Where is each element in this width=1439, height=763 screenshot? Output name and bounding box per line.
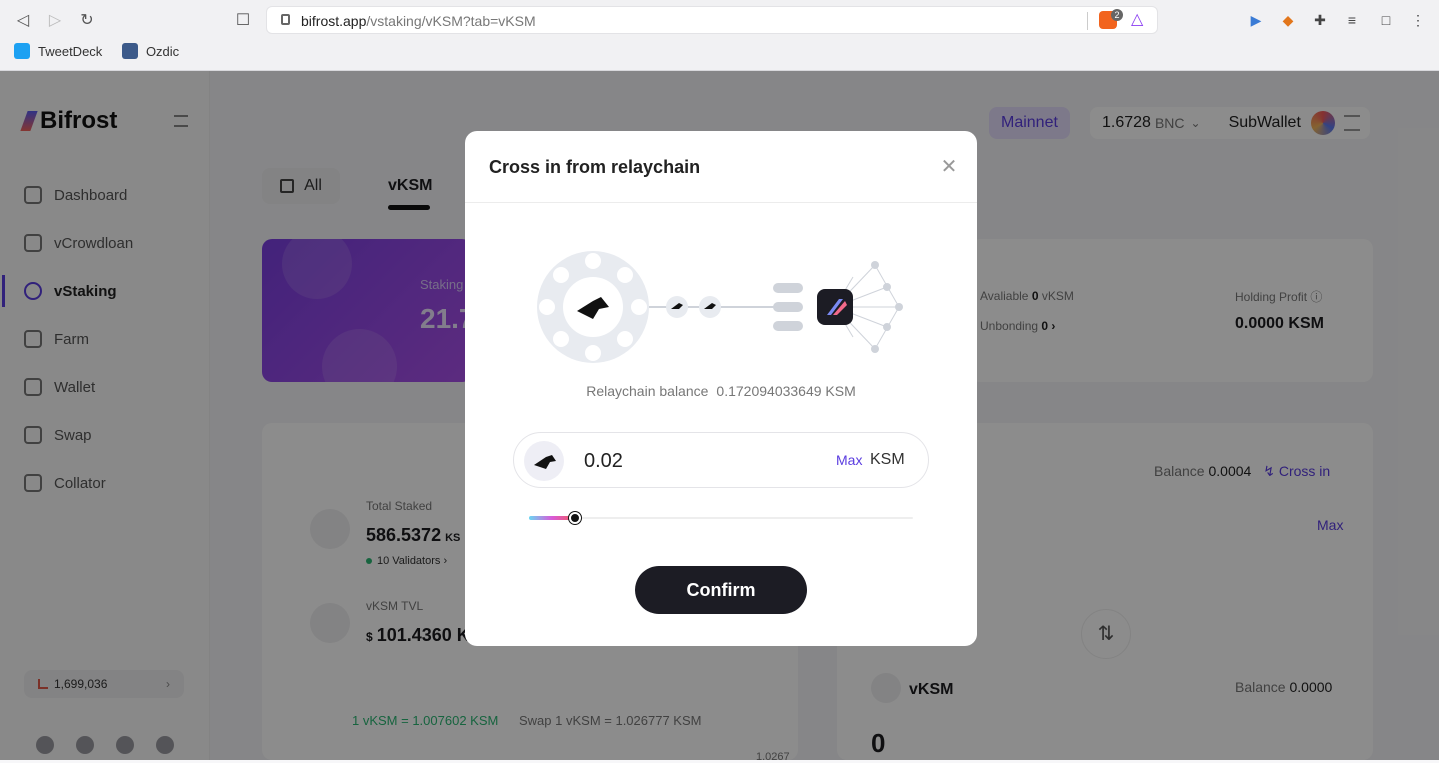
bookmark-icon[interactable]: ☐	[232, 10, 254, 32]
forward-icon[interactable]: ▷	[44, 10, 66, 32]
reload-icon[interactable]: ↻	[76, 10, 98, 32]
bookmark-label: Ozdic	[145, 43, 180, 59]
kusama-relay-icon	[537, 251, 649, 363]
ozdic-icon	[121, 43, 138, 59]
slider-track	[529, 517, 913, 519]
browser-chrome: ◁ ▷ ↻ ☐ bifrost.app/vstaking/vKSM?tab=vK…	[0, 0, 1439, 71]
bookmark-label: TweetDeck	[38, 43, 103, 59]
bookmark-ozdic[interactable]: Ozdic	[121, 43, 180, 59]
balance-value: 0.172094033649 KSM	[716, 383, 856, 399]
confirm-button[interactable]: Confirm	[635, 566, 807, 614]
slider-handle[interactable]	[569, 512, 581, 524]
ksm-token-icon	[524, 441, 564, 481]
balance-label: Relaychain balance	[586, 383, 709, 399]
bookmarks-bar: TweetDeck Ozdic	[14, 43, 195, 62]
wallet-browser-icon[interactable]: □	[1376, 10, 1396, 30]
playlist-icon[interactable]: ≡	[1342, 10, 1362, 30]
modal-title: Cross in from relaychain	[489, 157, 701, 177]
address-divider	[1087, 12, 1088, 30]
metamask-icon[interactable]: ◆	[1278, 10, 1298, 30]
relaychain-balance: Relaychain balance 0.172094033649 KSM	[465, 383, 977, 399]
amount-input[interactable]	[584, 445, 804, 477]
twitter-icon	[14, 43, 30, 59]
menu-icon[interactable]: ⋮	[1408, 10, 1428, 30]
unit-label: KSM	[870, 451, 905, 468]
url-path: /vstaking/vKSM?tab=vKSM	[366, 13, 536, 29]
extension-play-icon[interactable]: ▶	[1246, 10, 1266, 30]
address-bar[interactable]: bifrost.app/vstaking/vKSM?tab=vKSM 2 △	[266, 6, 1158, 34]
amount-field: Max KSM	[513, 432, 929, 488]
relaychain-diagram	[537, 251, 903, 363]
parachain-stack-icon	[773, 283, 803, 331]
brave-rewards-icon[interactable]: △	[1131, 11, 1143, 29]
extensions-puzzle-icon[interactable]: ✚	[1310, 10, 1330, 30]
modal-divider	[465, 202, 977, 203]
amount-slider[interactable]	[529, 512, 913, 524]
bookmark-tweetdeck[interactable]: TweetDeck	[14, 43, 102, 59]
close-icon[interactable]: ✕	[939, 157, 959, 177]
url-host: bifrost.app	[301, 13, 367, 29]
cross-in-modal: Cross in from relaychain ✕ Relaychain ba…	[465, 131, 977, 646]
lock-icon	[281, 14, 290, 25]
back-icon[interactable]: ◁	[12, 10, 34, 32]
max-button[interactable]: Max	[836, 452, 862, 468]
brave-shield-badge: 2	[1111, 9, 1123, 21]
